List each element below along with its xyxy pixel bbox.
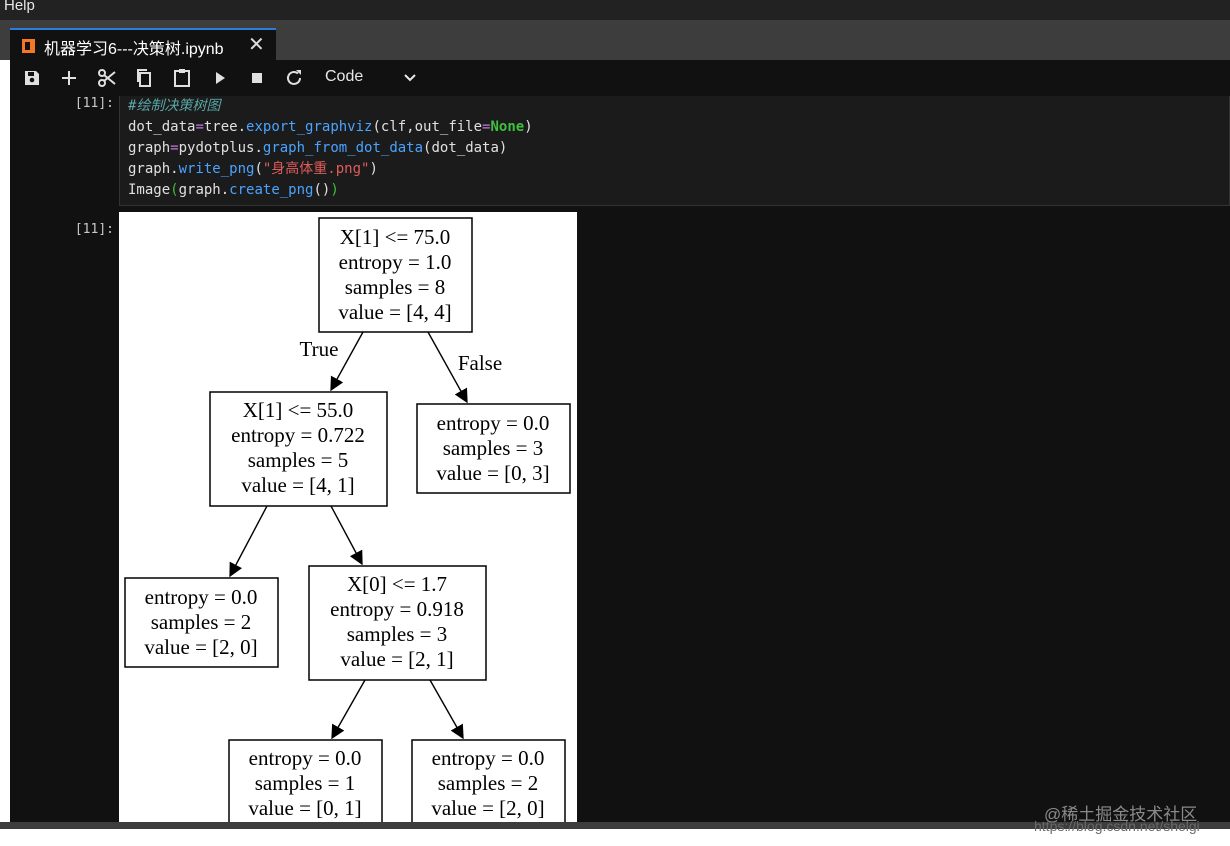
code-token: = — [195, 119, 204, 135]
decision-tree-graph: True False X[1] <= 75.0 entropy = 1.0 sa… — [124, 217, 571, 822]
code-token: tree. — [203, 119, 247, 135]
paste-icon[interactable] — [170, 66, 194, 90]
code-token: (clf,out_file — [372, 119, 483, 135]
tree-node-split-x0: X[0] <= 1.7 entropy = 0.918 samples = 3 … — [308, 565, 487, 681]
node-text: samples = 3 — [443, 436, 544, 460]
node-text: value = [0, 3] — [436, 461, 549, 485]
menu-bar: Help — [0, 0, 1230, 20]
add-cell-icon[interactable] — [57, 66, 81, 90]
node-text: X[1] <= 55.0 — [243, 398, 354, 422]
watermark-url: https://blog.csdn.net/shelgi — [1034, 818, 1200, 834]
node-text: samples = 2 — [151, 610, 252, 634]
code-token: ) — [524, 119, 533, 135]
node-text: X[1] <= 75.0 — [340, 225, 451, 249]
notebook-toolbar: Code — [10, 60, 1230, 96]
node-text: entropy = 0.918 — [330, 597, 464, 621]
code-token: Image — [128, 182, 171, 198]
node-text: value = [0, 1] — [248, 796, 361, 820]
code-token: () — [313, 182, 331, 198]
decision-tree-image: True False X[1] <= 75.0 entropy = 1.0 sa… — [119, 212, 577, 822]
code-token: dot_data — [128, 119, 196, 135]
cell-type-select[interactable]: Code — [325, 68, 363, 86]
node-text: value = [2, 1] — [340, 647, 453, 671]
code-text: #绘制决策树图 dot_data=tree.export_graphviz(cl… — [128, 96, 533, 201]
node-text: entropy = 0.722 — [231, 423, 365, 447]
run-icon[interactable] — [208, 66, 232, 90]
tree-node-right-leaf: entropy = 0.0 samples = 3 value = [0, 3] — [416, 403, 571, 494]
code-token: None — [490, 119, 525, 135]
code-comment: #绘制决策树图 — [128, 98, 221, 114]
code-token: "身高体重.png" — [262, 161, 370, 177]
input-prompt: [11]: — [74, 96, 114, 111]
tree-edge — [331, 679, 366, 740]
node-text: samples = 1 — [255, 771, 356, 795]
edge-label-false: False — [458, 351, 502, 375]
node-text: value = [2, 0] — [144, 635, 257, 659]
node-text: X[0] <= 1.7 — [347, 572, 447, 596]
close-tab-icon[interactable]: ✕ — [248, 32, 265, 57]
tree-node-bottom-right: entropy = 0.0 samples = 2 value = [2, 0] — [411, 739, 566, 822]
code-token: ) — [369, 161, 378, 177]
restart-icon[interactable] — [282, 66, 306, 90]
menu-help[interactable]: Help — [4, 0, 35, 14]
code-token: graph_from_dot_data — [262, 140, 424, 156]
node-text: samples = 2 — [438, 771, 539, 795]
node-text: value = [2, 0] — [431, 796, 544, 820]
tree-edge — [229, 505, 268, 578]
code-token: = — [170, 140, 179, 156]
notebook-icon — [22, 39, 35, 53]
node-text: entropy = 0.0 — [249, 746, 362, 770]
tree-node-left-leaf: entropy = 0.0 samples = 2 value = [2, 0] — [124, 577, 279, 668]
node-text: value = [4, 1] — [241, 473, 354, 497]
code-token: ( — [254, 161, 263, 177]
edge-label-true: True — [300, 337, 339, 361]
code-token: create_png — [229, 182, 314, 198]
tree-node-left: X[1] <= 55.0 entropy = 0.722 samples = 5… — [209, 391, 388, 507]
tab-strip: 机器学习6---决策树.ipynb ✕ — [0, 20, 1230, 60]
code-token: graph. — [178, 182, 230, 198]
stop-icon[interactable] — [245, 66, 269, 90]
copy-icon[interactable] — [132, 66, 156, 90]
save-icon[interactable] — [20, 66, 44, 90]
code-token: pydotplus. — [178, 140, 263, 156]
cut-icon[interactable] — [95, 66, 119, 90]
tree-node-bottom-left: entropy = 0.0 samples = 1 value = [0, 1] — [228, 739, 383, 822]
chevron-down-icon[interactable] — [402, 66, 418, 91]
code-token: (dot_data) — [423, 140, 508, 156]
code-token: graph — [128, 140, 171, 156]
tab-title: 机器学习6---决策树.ipynb — [44, 41, 224, 58]
tree-node-root: X[1] <= 75.0 entropy = 1.0 samples = 8 v… — [318, 217, 473, 333]
node-text: entropy = 0.0 — [437, 411, 550, 435]
node-text: entropy = 0.0 — [432, 746, 545, 770]
tree-edge — [330, 505, 363, 566]
code-token: export_graphviz — [246, 119, 373, 135]
tree-edge — [429, 679, 464, 740]
notebook-tab[interactable]: 机器学习6---决策树.ipynb ✕ — [10, 28, 276, 60]
output-prompt: [11]: — [74, 222, 114, 237]
code-token: ( — [170, 182, 179, 198]
node-text: entropy = 0.0 — [145, 585, 258, 609]
code-token: write_png — [178, 161, 255, 177]
notebook-panel: [11]: #绘制决策树图 dot_data=tree.export_graph… — [10, 96, 1230, 822]
node-text: entropy = 1.0 — [339, 250, 452, 274]
node-text: samples = 8 — [345, 275, 446, 299]
node-text: value = [4, 4] — [338, 300, 451, 324]
node-text: samples = 3 — [347, 622, 448, 646]
code-token: ) — [330, 182, 339, 198]
node-text: samples = 5 — [248, 448, 349, 472]
code-token: graph. — [128, 161, 179, 177]
code-cell-editor[interactable]: #绘制决策树图 dot_data=tree.export_graphviz(cl… — [119, 96, 1230, 206]
